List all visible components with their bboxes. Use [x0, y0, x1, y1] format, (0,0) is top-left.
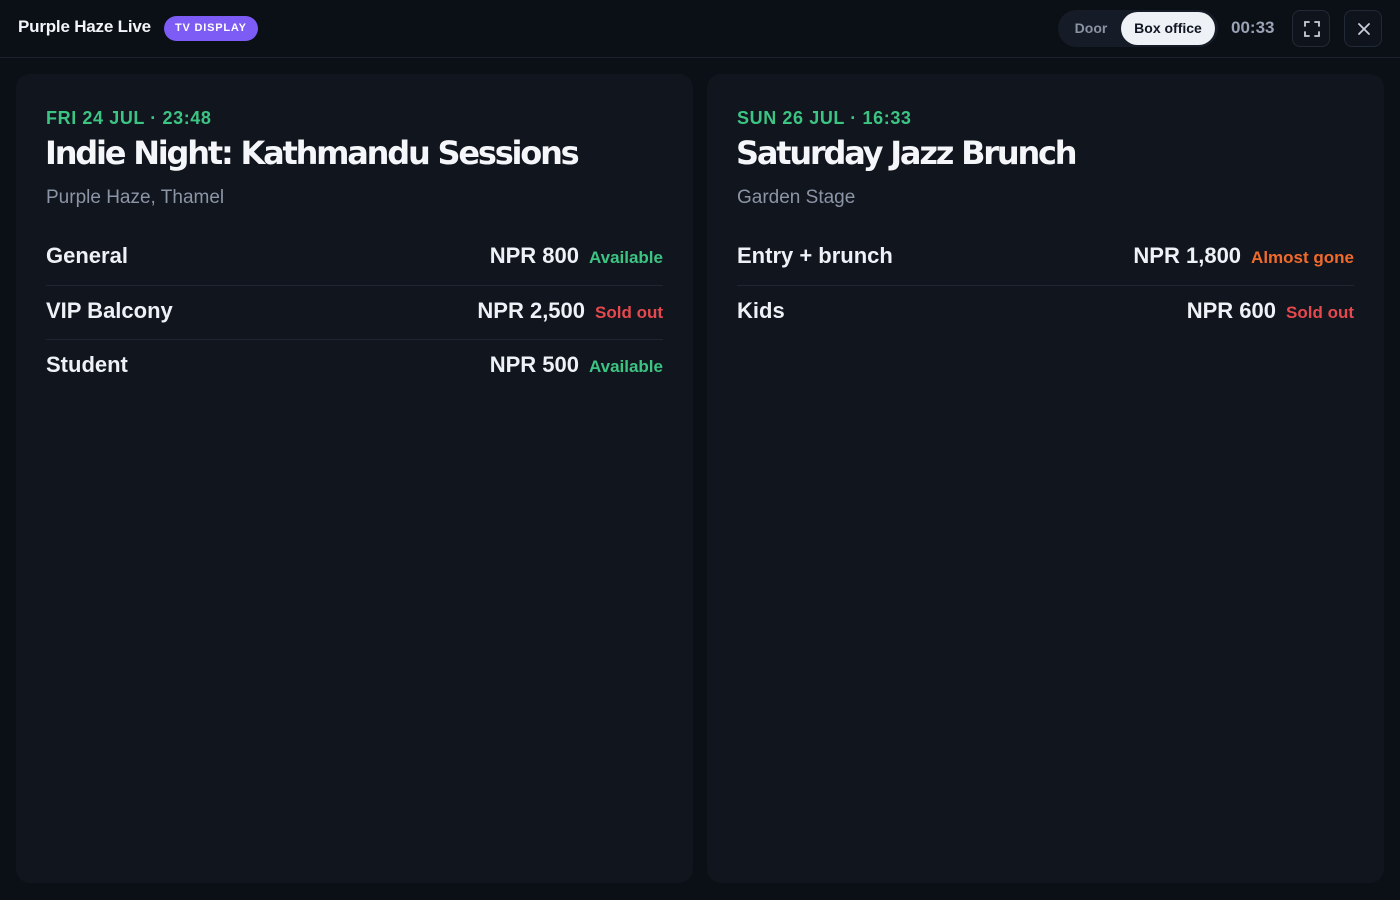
tier-price: NPR 600: [1186, 297, 1277, 323]
event-card: SUN 26 JUL · 16:33 Saturday Jazz Brunch …: [707, 74, 1384, 883]
event-card: FRI 24 JUL · 23:48 Indie Night: Kathmand…: [16, 74, 693, 883]
tier-name: Student: [46, 352, 128, 377]
session-timer: 00:33: [1231, 18, 1275, 37]
tv-display-badge: TV DISPLAY: [164, 16, 258, 41]
ticket-tier-list: Entry + brunch NPR 1,800 Almost gone Kids…: [737, 231, 1354, 340]
tier-price: NPR 2,500: [477, 297, 586, 323]
event-venue: Garden Stage: [737, 187, 856, 208]
close-button[interactable]: [1344, 10, 1382, 47]
event-date: FRI 24 JUL · 23:48: [46, 108, 212, 128]
tier-status: Almost gone: [1251, 248, 1354, 267]
ticket-tier-row: Entry + brunch NPR 1,800 Almost gone: [737, 231, 1354, 286]
tier-name: General: [46, 243, 128, 268]
tier-status: Available: [588, 248, 663, 267]
ticket-tier-row: Kids NPR 600 Sold out: [737, 286, 1354, 341]
event-date: SUN 26 JUL · 16:33: [737, 108, 912, 128]
event-title: Saturday Jazz Brunch: [736, 134, 1078, 172]
brand-name: Purple Haze Live: [18, 17, 151, 36]
event-venue: Purple Haze, Thamel: [46, 187, 225, 208]
tier-name: VIP Balcony: [46, 297, 173, 323]
tier-status: Sold out: [1286, 302, 1354, 322]
ticket-tier-row: VIP Balcony NPR 2,500 Sold out: [46, 286, 663, 340]
ticket-tier-row: Student NPR 500 Available: [46, 340, 663, 395]
tier-status: Available: [588, 357, 663, 376]
tier-price: NPR 1,800: [1133, 243, 1242, 268]
tier-status: Sold out: [595, 302, 663, 322]
fullscreen-button[interactable]: [1292, 10, 1330, 47]
mode-door-button[interactable]: Door: [1062, 12, 1120, 45]
tier-name: Kids: [737, 297, 785, 323]
event-title: Indie Night: Kathmandu Sessions: [45, 134, 580, 172]
ticket-tier-row: General NPR 800 Available: [46, 231, 663, 286]
close-icon: [1358, 23, 1370, 35]
mode-toggle: Door Box office: [1058, 10, 1218, 47]
top-bar: Purple Haze Live TV DISPLAY Door Box off…: [0, 0, 1400, 58]
tier-price: NPR 500: [489, 352, 579, 377]
tier-price: NPR 800: [489, 243, 579, 268]
fullscreen-icon: [1304, 21, 1320, 37]
mode-box-office-button[interactable]: Box office: [1121, 12, 1215, 45]
ticket-tier-list: General NPR 800 Available VIP Balcony NPR…: [46, 231, 663, 395]
tier-name: Entry + brunch: [737, 243, 893, 268]
